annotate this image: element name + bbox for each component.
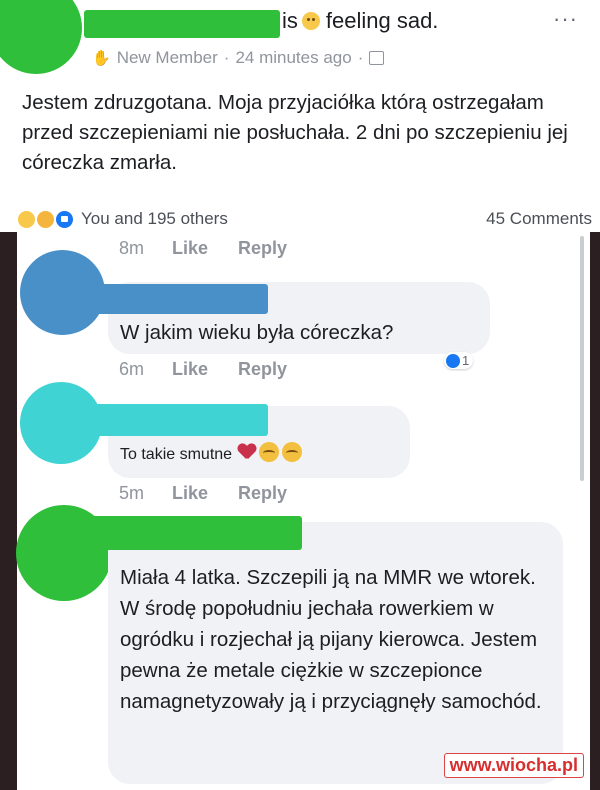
comment-time: 8m	[119, 238, 145, 258]
commenter-name-redaction-2	[90, 404, 268, 436]
reactions-row: You and 195 others 45 Comments	[18, 206, 592, 232]
comment-like-badge-1: 1	[444, 352, 474, 369]
post-meta: ✋ New Member · 24 minutes ago ·	[92, 48, 385, 68]
post-body: Jestem zdruzgotana. Moja przyjaciółka kt…	[22, 91, 568, 174]
wow-reaction-icon	[37, 210, 54, 228]
author-avatar[interactable]	[0, 0, 82, 74]
comment-actions-2: 5m Like Reply	[119, 483, 287, 504]
more-options-icon[interactable]: ···	[553, 6, 578, 32]
feeling-line: is feeling sad.	[282, 8, 438, 34]
like-reaction-icon	[56, 210, 73, 228]
broken-heart-icon	[238, 444, 256, 460]
left-dark-border	[0, 232, 17, 790]
like-icon	[446, 353, 460, 368]
like-button[interactable]: Like	[172, 359, 208, 380]
meta-separator: ·	[223, 48, 230, 67]
commenter-name-redaction-3	[90, 516, 302, 550]
member-badge: New Member	[116, 48, 218, 67]
scrollbar[interactable]	[580, 236, 584, 481]
comment-text-3: Miała 4 latka. Szczepili ją na MMR we wt…	[120, 566, 542, 713]
reply-button[interactable]: Reply	[238, 238, 287, 259]
like-button[interactable]: Like	[172, 238, 208, 259]
post-time[interactable]: 24 minutes ago	[235, 48, 351, 68]
reply-button[interactable]: Reply	[238, 359, 287, 380]
author-name-redaction	[84, 10, 280, 38]
right-dark-border	[590, 232, 600, 790]
reactions-summary[interactable]: You and 195 others	[18, 209, 228, 229]
feeling-text: feeling sad.	[325, 8, 439, 33]
group-icon	[369, 51, 385, 65]
crying-face-icon-2	[282, 442, 303, 462]
commenter-name-redaction-1	[90, 284, 268, 314]
reactions-text: You and 195 others	[81, 209, 228, 228]
crying-face-icon	[259, 442, 280, 462]
like-button[interactable]: Like	[172, 483, 208, 504]
feeling-prefix: is	[282, 8, 298, 33]
comment-actions-0: 8m Like Reply	[119, 238, 287, 259]
comment-time: 6m	[119, 359, 145, 379]
comment-like-count: 1	[462, 353, 470, 368]
comments-count[interactable]: 45 Comments	[486, 209, 592, 229]
watermark-logo: www.wiocha.pl	[443, 753, 584, 778]
comment-time: 5m	[119, 483, 145, 503]
sad-face-icon	[301, 12, 320, 30]
comment-actions-1: 6m Like Reply	[119, 359, 287, 380]
meta-separator-2: ·	[357, 48, 364, 67]
comment-text-2-content: To takie smutne	[120, 446, 233, 463]
comment-text-1: W jakim wieku była córeczka?	[120, 321, 394, 344]
reply-button[interactable]: Reply	[238, 483, 287, 504]
sad-reaction-icon	[18, 210, 35, 228]
comment-text-2: To takie smutne	[120, 440, 303, 470]
new-member-icon: ✋	[92, 50, 111, 67]
